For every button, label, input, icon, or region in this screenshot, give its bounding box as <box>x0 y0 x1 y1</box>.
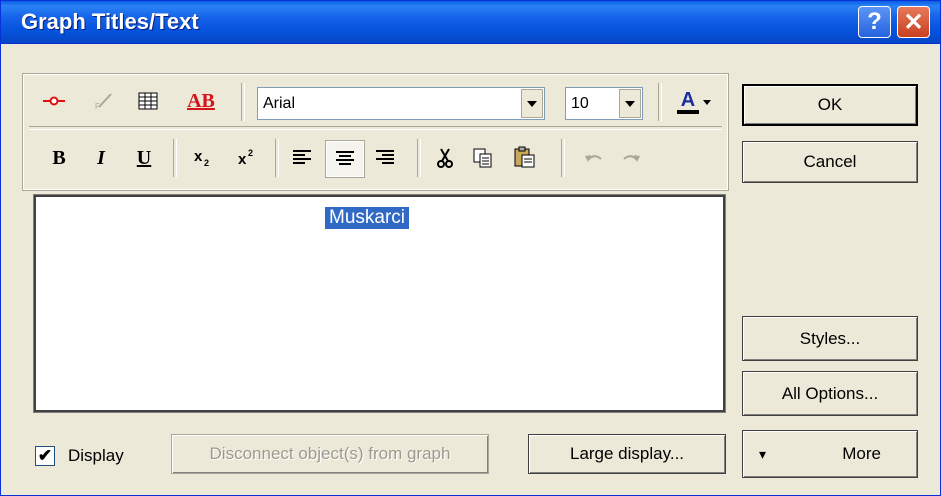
copy-icon <box>473 148 492 168</box>
superscript-button[interactable]: x2 <box>230 143 262 173</box>
title-bar[interactable]: Graph Titles/Text ? ✕ <box>1 1 940 44</box>
check-icon: ✔ <box>37 446 53 465</box>
align-center-button[interactable] <box>325 140 365 178</box>
italic-button[interactable]: I <box>85 143 117 173</box>
align-left-icon <box>293 150 311 164</box>
all-options-button[interactable]: All Options... <box>742 371 918 416</box>
font-select[interactable]: Arial <box>257 87 545 120</box>
align-right-button[interactable] <box>369 143 401 173</box>
svg-text:2: 2 <box>204 158 209 168</box>
styles-label: Styles... <box>799 328 861 348</box>
align-right-icon <box>376 150 394 164</box>
underline-label: U <box>136 146 152 169</box>
display-checkbox[interactable]: ✔ <box>35 446 55 466</box>
paste-icon <box>514 146 535 168</box>
font-color-icon: A <box>680 89 696 111</box>
more-label: More <box>842 444 881 463</box>
ok-label: OK <box>817 95 843 114</box>
italic-label: I <box>97 146 105 169</box>
align-left-button[interactable] <box>286 143 318 173</box>
align-center-icon <box>336 151 354 165</box>
chevron-down-icon[interactable] <box>521 89 543 118</box>
chevron-down-icon <box>703 99 711 105</box>
large-display-button[interactable]: Large display... <box>528 434 726 474</box>
separator <box>241 83 245 121</box>
title-text-editor[interactable]: Muskarci <box>33 194 726 413</box>
ok-button[interactable]: OK <box>742 84 918 126</box>
disconnect-label: Disconnect object(s) from graph <box>209 444 451 463</box>
more-button[interactable]: ▾ More <box>742 430 918 478</box>
font-value: Arial <box>263 94 296 112</box>
selected-title-text[interactable]: Muskarci <box>325 207 410 229</box>
close-icon: ✕ <box>903 8 924 36</box>
redo-button <box>616 143 646 173</box>
svg-text:F: F <box>95 102 100 111</box>
color-swatch <box>677 110 699 114</box>
help-button[interactable]: ? <box>858 6 891 38</box>
table-icon[interactable] <box>133 87 163 115</box>
cut-button[interactable] <box>429 143 461 173</box>
font-style-icon[interactable]: AB <box>179 87 223 115</box>
copy-button[interactable] <box>467 143 499 173</box>
underline-button[interactable]: U <box>128 143 160 173</box>
font-size-value: 10 <box>571 94 589 112</box>
bold-label: B <box>52 146 66 169</box>
separator <box>658 83 662 121</box>
svg-text:x: x <box>238 151 247 168</box>
all-options-label: All Options... <box>781 383 879 403</box>
large-display-label: Large display... <box>569 444 685 463</box>
separator <box>561 139 565 177</box>
chevron-down-icon[interactable] <box>619 89 641 118</box>
close-button[interactable]: ✕ <box>897 6 930 38</box>
bold-button[interactable]: B <box>43 143 75 173</box>
undo-icon <box>585 155 602 162</box>
paste-button[interactable] <box>508 141 542 173</box>
svg-text:2: 2 <box>248 148 253 158</box>
svg-text:x: x <box>194 148 203 165</box>
separator <box>417 139 421 177</box>
separator <box>173 139 177 177</box>
help-icon: ? <box>867 8 882 35</box>
separator <box>275 139 279 177</box>
cancel-label: Cancel <box>803 152 857 171</box>
superscript-icon: x2 <box>238 148 253 168</box>
undo-button <box>579 143 609 173</box>
styles-button[interactable]: Styles... <box>742 316 918 361</box>
symbol-icon[interactable] <box>39 87 69 115</box>
graph-titles-dialog: Graph Titles/Text ? ✕ F AB Arial 10 A B … <box>0 0 941 496</box>
redo-icon <box>623 155 640 162</box>
font-size-select[interactable]: 10 <box>565 87 643 120</box>
chevron-down-icon: ▾ <box>759 445 767 462</box>
ab-label: AB <box>187 89 215 112</box>
subscript-button[interactable]: x2 <box>186 143 218 173</box>
field-icon: F <box>88 87 118 115</box>
window-title: Graph Titles/Text <box>21 9 199 34</box>
font-color-button[interactable]: A <box>668 87 720 117</box>
display-label: Display <box>68 446 124 465</box>
separator <box>29 126 722 130</box>
subscript-icon: x2 <box>194 148 209 168</box>
cancel-button[interactable]: Cancel <box>742 141 918 183</box>
scissors-icon <box>437 148 453 168</box>
disconnect-button: Disconnect object(s) from graph <box>171 434 489 474</box>
